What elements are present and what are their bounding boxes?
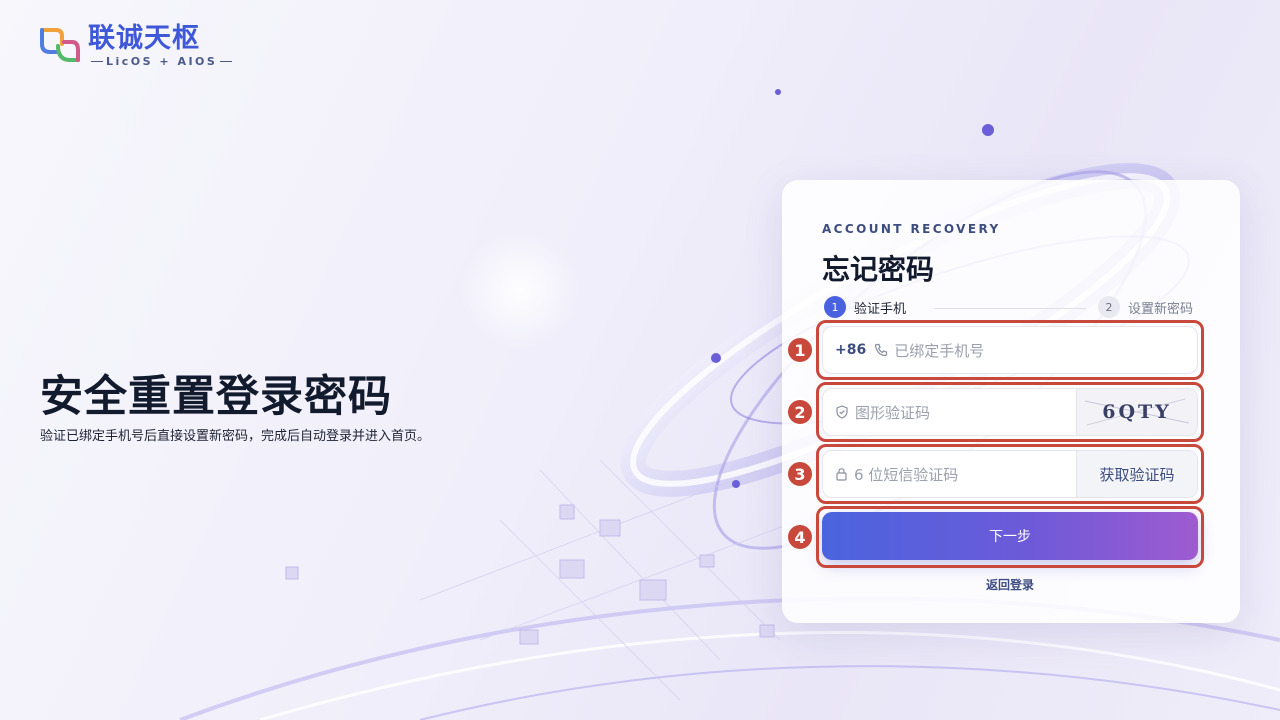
step-label: 设置新密码 bbox=[1128, 301, 1194, 317]
step-label: 验证手机 bbox=[854, 301, 907, 317]
brand-subtitle: LicOS + AIOS bbox=[106, 54, 218, 68]
brand-name: 联诚天枢 bbox=[88, 22, 200, 54]
highlight-box-2 bbox=[816, 382, 1204, 442]
annotation-badge-1: 1 bbox=[786, 336, 814, 364]
step-number: 2 bbox=[1098, 296, 1120, 318]
annotation-badge-2: 2 bbox=[786, 398, 814, 426]
step-verify-phone: 1 验证手机 bbox=[824, 296, 906, 318]
logo-mark-icon bbox=[40, 28, 80, 62]
step-divider bbox=[934, 308, 1086, 309]
card-eyebrow: ACCOUNT RECOVERY bbox=[822, 222, 1001, 236]
back-to-login-link[interactable]: 返回登录 bbox=[962, 576, 1058, 593]
step-new-password: 2 设置新密码 bbox=[1098, 296, 1193, 318]
highlight-box-1 bbox=[816, 320, 1204, 380]
card-title: 忘记密码 bbox=[822, 253, 935, 286]
annotation-badge-4: 4 bbox=[786, 523, 814, 551]
hero-subtitle: 验证已绑定手机号后直接设置新密码，完成后自动登录并进入首页。 bbox=[40, 429, 431, 444]
step-number: 1 bbox=[824, 296, 846, 318]
highlight-box-3 bbox=[816, 444, 1204, 504]
hero-title: 安全重置登录密码 bbox=[40, 372, 392, 422]
brand-logo: 联诚天枢 LicOS + AIOS bbox=[38, 22, 235, 68]
highlight-box-4 bbox=[816, 506, 1204, 568]
annotation-badge-3: 3 bbox=[786, 460, 814, 488]
